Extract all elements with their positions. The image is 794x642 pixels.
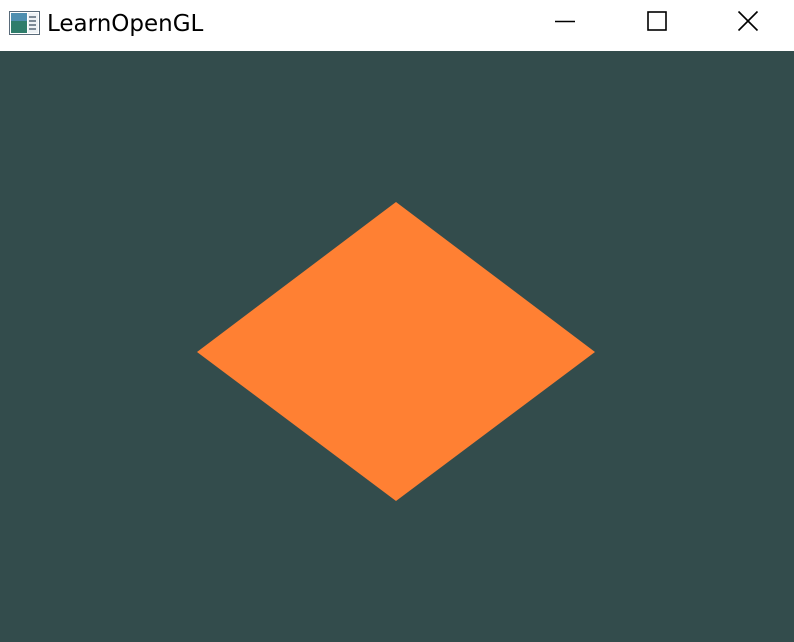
close-button[interactable]: [702, 0, 794, 47]
scene-canvas: [197, 202, 595, 501]
maximize-icon: [646, 10, 668, 37]
orange-diamond: [197, 202, 595, 501]
render-viewport[interactable]: [0, 51, 794, 642]
app-icon: [9, 11, 40, 35]
window-title: LearnOpenGL: [47, 11, 204, 37]
close-icon: [737, 10, 759, 37]
title-bar[interactable]: LearnOpenGL: [0, 0, 794, 51]
maximize-button[interactable]: [611, 0, 703, 47]
minimize-icon: [554, 10, 576, 37]
app-window: LearnOpenGL: [0, 0, 794, 642]
minimize-button[interactable]: [519, 0, 611, 47]
